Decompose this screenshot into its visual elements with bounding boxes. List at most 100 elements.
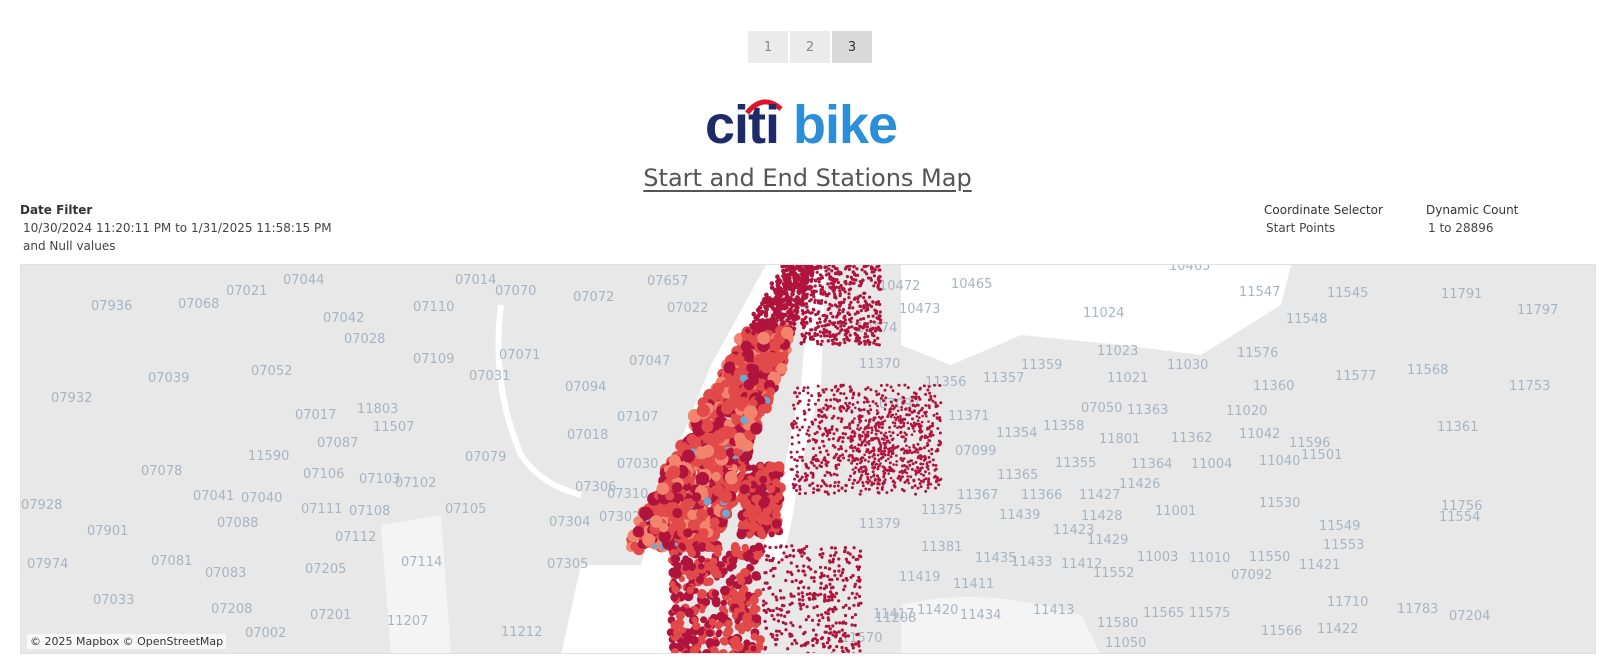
station-point[interactable] <box>817 277 821 281</box>
station-point[interactable] <box>774 595 778 599</box>
station-point[interactable] <box>837 557 841 561</box>
station-point[interactable] <box>681 498 693 510</box>
station-point[interactable] <box>857 575 861 579</box>
station-point[interactable] <box>902 422 906 425</box>
station-point[interactable] <box>792 266 798 271</box>
station-point[interactable] <box>877 424 881 428</box>
station-point[interactable] <box>809 567 813 571</box>
station-point[interactable] <box>683 528 693 538</box>
station-point[interactable] <box>696 628 705 636</box>
station-point[interactable] <box>834 621 838 625</box>
station-point[interactable] <box>809 266 813 270</box>
station-point[interactable] <box>876 278 880 282</box>
station-point[interactable] <box>803 411 807 415</box>
map-canvas[interactable]: 07044 0701407070 07657 07072 07022 10472 10465… <box>21 265 1596 654</box>
station-point[interactable] <box>673 561 682 571</box>
station-point[interactable] <box>883 446 886 450</box>
station-point[interactable] <box>780 608 784 612</box>
station-point[interactable] <box>918 425 922 428</box>
station-point[interactable] <box>812 652 816 654</box>
station-point[interactable] <box>741 614 751 624</box>
station-point[interactable] <box>724 470 739 485</box>
station-point[interactable] <box>836 484 840 488</box>
station-point[interactable] <box>882 438 886 442</box>
station-point[interactable] <box>931 399 935 403</box>
station-point[interactable] <box>709 517 720 528</box>
station-point[interactable] <box>805 270 809 274</box>
station-point[interactable] <box>865 441 869 444</box>
station-point[interactable] <box>811 337 815 341</box>
station-point[interactable] <box>667 465 681 479</box>
station-point[interactable] <box>827 598 831 602</box>
station-point[interactable] <box>795 395 799 399</box>
station-point[interactable] <box>845 275 850 279</box>
station-point[interactable] <box>765 626 769 630</box>
station-point[interactable] <box>865 322 870 326</box>
station-point[interactable] <box>858 492 862 496</box>
station-point[interactable] <box>742 510 750 518</box>
station-point[interactable] <box>818 320 822 324</box>
station-point[interactable] <box>847 267 852 271</box>
station-point[interactable] <box>817 414 821 418</box>
station-point[interactable] <box>896 392 900 396</box>
station-point[interactable] <box>818 565 823 569</box>
station-point[interactable] <box>800 332 804 336</box>
station-point[interactable] <box>805 321 809 325</box>
station-point[interactable] <box>828 578 832 582</box>
station-point[interactable] <box>849 388 853 391</box>
station-point[interactable] <box>749 323 754 328</box>
station-point[interactable] <box>705 638 715 648</box>
station-point[interactable] <box>784 628 788 632</box>
station-point[interactable] <box>817 310 821 314</box>
station-point[interactable] <box>806 556 810 560</box>
station-point[interactable] <box>868 340 872 344</box>
station-point[interactable] <box>795 295 800 300</box>
station-point[interactable] <box>931 422 935 425</box>
station-point[interactable] <box>807 425 811 429</box>
station-point[interactable] <box>827 306 832 310</box>
station-point[interactable] <box>919 472 923 476</box>
station-point[interactable] <box>883 419 887 423</box>
station-point[interactable] <box>848 333 852 337</box>
station-point[interactable] <box>803 472 807 476</box>
station-point[interactable] <box>863 270 867 274</box>
station-point[interactable] <box>810 461 814 465</box>
station-point[interactable] <box>837 599 841 603</box>
station-point[interactable] <box>789 592 793 596</box>
station-point[interactable] <box>749 545 757 553</box>
station-point[interactable] <box>743 379 755 391</box>
station-point[interactable] <box>865 340 869 344</box>
station-point[interactable] <box>764 610 768 614</box>
station-point[interactable] <box>674 519 686 532</box>
station-point[interactable] <box>834 271 839 275</box>
station-point[interactable] <box>857 415 860 418</box>
station-point[interactable] <box>859 555 863 559</box>
station-point[interactable] <box>871 455 874 458</box>
station-point[interactable] <box>632 526 645 538</box>
station-point[interactable] <box>925 465 929 469</box>
station-point[interactable] <box>893 424 897 428</box>
station-point[interactable] <box>863 428 866 431</box>
station-point[interactable] <box>722 509 730 518</box>
station-point[interactable] <box>790 544 794 548</box>
station-point[interactable] <box>863 342 867 346</box>
station-point[interactable] <box>844 489 847 493</box>
station-point[interactable] <box>804 618 808 622</box>
station-point[interactable] <box>827 292 831 296</box>
station-point[interactable] <box>779 613 783 617</box>
station-point[interactable] <box>856 295 860 299</box>
station-point[interactable] <box>776 363 788 375</box>
station-point[interactable] <box>903 383 907 387</box>
station-point[interactable] <box>745 531 754 539</box>
station-point[interactable] <box>801 298 805 302</box>
station-point[interactable] <box>852 449 855 453</box>
station-point[interactable] <box>888 461 892 465</box>
station-point[interactable] <box>863 323 867 327</box>
station-point[interactable] <box>812 487 816 491</box>
station-point[interactable] <box>879 431 883 435</box>
station-point[interactable] <box>856 319 860 323</box>
station-point[interactable] <box>774 311 780 316</box>
station-point[interactable] <box>719 585 730 596</box>
station-point[interactable] <box>924 404 927 407</box>
station-point[interactable] <box>799 607 803 611</box>
